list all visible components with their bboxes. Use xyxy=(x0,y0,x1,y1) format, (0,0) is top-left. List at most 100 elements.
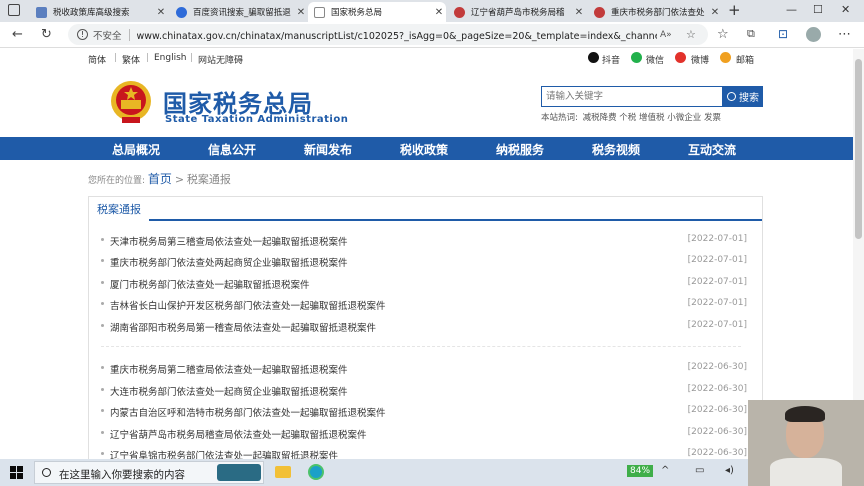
address-toolbar: ← ↻ ! 不安全 www.chinatax.gov.cn/chinatax/m… xyxy=(0,22,864,48)
link-mail[interactable]: 邮箱 xyxy=(736,53,754,66)
wechat-icon xyxy=(631,52,642,63)
nav-item[interactable]: 纳税服务 xyxy=(496,141,544,158)
browser-tab[interactable]: 百度资讯搜索_骗取留抵退 ✕ xyxy=(170,2,308,22)
list-item[interactable]: 内蒙古自治区呼和浩特市税务部门依法查处一起骗取留抵退税案件 [2022-06-30… xyxy=(101,402,747,420)
breadcrumb-home[interactable]: 首页 xyxy=(148,172,172,186)
read-aloud-icon[interactable]: A» xyxy=(660,30,672,40)
page-scrollbar[interactable] xyxy=(853,49,864,459)
close-tab-icon[interactable]: ✕ xyxy=(432,7,446,18)
browser-tab[interactable]: 辽宁省葫芦岛市税务局稽 ✕ xyxy=(448,2,586,22)
close-tab-icon[interactable]: ✕ xyxy=(154,7,168,18)
page-favicon-icon xyxy=(36,6,47,18)
search-icon xyxy=(42,468,51,477)
list-item[interactable]: 大连市税务部门依法查处一起商贸企业骗取留抵退税案件 [2022-06-30] xyxy=(101,381,747,399)
emblem-favicon-icon xyxy=(454,6,465,18)
network-icon[interactable]: ▭ xyxy=(695,465,704,476)
page-favicon-icon xyxy=(314,6,325,18)
weibo-icon xyxy=(675,52,686,63)
file-explorer-icon[interactable] xyxy=(275,466,291,478)
nav-item[interactable]: 新闻发布 xyxy=(304,141,352,158)
hot-word-link[interactable]: 发票 xyxy=(704,113,721,123)
browser-tab-active[interactable]: 国家税务总局 ✕ xyxy=(308,2,446,22)
minimize-icon[interactable]: — xyxy=(786,3,797,16)
edge-browser-icon[interactable] xyxy=(308,464,324,480)
list-item[interactable]: 重庆市税务部门依法查处两起商贸企业骗取留抵退税案件 [2022-07-01] xyxy=(101,252,747,270)
nav-item[interactable]: 信息公开 xyxy=(208,141,256,158)
list-item[interactable]: 湖南省邵阳市税务局第一稽查局依法查处一起骗取留抵退税案件 [2022-07-01] xyxy=(101,317,747,335)
bullet-icon xyxy=(101,302,104,305)
link-traditional[interactable]: 繁体 xyxy=(122,53,140,66)
link-accessible[interactable]: 网站无障碍 xyxy=(198,53,243,66)
hot-word-link[interactable]: 小微企业 xyxy=(667,113,701,123)
bullet-icon xyxy=(101,259,104,262)
list-item[interactable]: 天津市税务局第三稽查局依法查处一起骗取留抵退税案件 [2022-07-01] xyxy=(101,231,747,249)
close-tab-icon[interactable]: ✕ xyxy=(572,7,586,18)
panel-header: 税案通报 xyxy=(89,197,762,221)
nav-item[interactable]: 税收政策 xyxy=(400,141,448,158)
url-bar[interactable]: ! 不安全 www.chinatax.gov.cn/chinatax/manus… xyxy=(68,24,708,45)
taskbar-search[interactable]: 在这里输入你要搜索的内容 xyxy=(34,461,264,484)
bullet-icon xyxy=(101,409,104,412)
browser-tab-bar: 税收政策库高级搜索 ✕ 百度资讯搜索_骗取留抵退 ✕ 国家税务总局 ✕ 辽宁省葫芦岛市… xyxy=(0,0,864,22)
browser-tab[interactable]: 税收政策库高级搜索 ✕ xyxy=(30,2,168,22)
close-window-icon[interactable]: ✕ xyxy=(841,3,850,16)
close-tab-icon[interactable]: ✕ xyxy=(294,7,308,18)
back-arrow-icon[interactable]: ← xyxy=(12,27,23,42)
link-weibo[interactable]: 微博 xyxy=(691,53,709,66)
browser-tab[interactable]: 重庆市税务部门依法查处 ✕ xyxy=(588,2,722,22)
security-label: 不安全 xyxy=(93,30,122,42)
divider xyxy=(128,28,130,41)
collections-icon[interactable]: ⊡ xyxy=(778,27,788,41)
nav-item[interactable]: 税务视频 xyxy=(592,141,640,158)
site-name-en: State Taxation Administration xyxy=(165,114,349,125)
bullet-icon xyxy=(101,366,104,369)
profile-avatar[interactable] xyxy=(806,27,821,42)
window-menu-icon[interactable] xyxy=(8,4,20,16)
refresh-icon[interactable]: ↻ xyxy=(41,27,52,42)
divider: | xyxy=(146,53,150,63)
list-item[interactable]: 重庆市税务局第二稽查局依法查处一起骗取留抵退税案件 [2022-06-30] xyxy=(101,359,747,377)
hot-words: 本站热词: 减税降费 个税 增值税 小微企业 发票 xyxy=(541,113,721,123)
link-simplified[interactable]: 简体 xyxy=(88,53,106,66)
list-item[interactable]: 厦门市税务部门依法查处一起骗取留抵退税案件 [2022-07-01] xyxy=(101,274,747,292)
windows-taskbar: 在这里输入你要搜索的内容 84% ^ ▭ ◂) xyxy=(0,459,864,486)
maximize-icon[interactable]: ☐ xyxy=(813,3,823,16)
new-tab-icon[interactable]: + xyxy=(728,1,741,19)
emblem-favicon-icon xyxy=(594,6,605,18)
warning-icon: ! xyxy=(77,29,88,40)
windows-start-icon[interactable] xyxy=(10,466,23,479)
battery-icon[interactable]: 84% xyxy=(627,465,654,477)
link-wechat[interactable]: 微信 xyxy=(646,53,664,66)
url-text[interactable]: www.chinatax.gov.cn/chinatax/manuscriptL… xyxy=(137,28,657,42)
hot-word-link[interactable]: 个税 xyxy=(619,113,636,123)
section-title: 税案通报 xyxy=(89,197,149,221)
nav-item[interactable]: 总局概况 xyxy=(112,141,160,158)
bullet-icon xyxy=(101,238,104,241)
paw-favicon-icon xyxy=(176,6,187,18)
link-douyin[interactable]: 抖音 xyxy=(602,53,620,66)
favorite-star-icon[interactable]: ☆ xyxy=(686,28,696,41)
presenter-shirt xyxy=(770,458,842,486)
search-icon xyxy=(727,92,736,101)
scrollbar-thumb[interactable] xyxy=(855,59,862,239)
bullet-icon xyxy=(101,388,104,391)
nav-item[interactable]: 互动交流 xyxy=(688,141,736,158)
list-item[interactable]: 吉林省长白山保护开发区税务部门依法查处一起骗取留抵退税案件 [2022-07-01… xyxy=(101,295,747,313)
divider: | xyxy=(114,53,118,63)
favorites-icon[interactable]: ☆ xyxy=(717,27,729,42)
group-divider xyxy=(101,346,741,347)
link-english[interactable]: English xyxy=(154,53,187,63)
volume-icon[interactable]: ◂) xyxy=(725,465,734,476)
divider: | xyxy=(190,53,194,63)
hot-word-link[interactable]: 减税降费 xyxy=(583,113,617,123)
search-input[interactable] xyxy=(541,86,723,107)
breadcrumb-current: 税案通报 xyxy=(186,173,231,186)
more-menu-icon[interactable]: ⋯ xyxy=(838,27,851,42)
national-emblem-icon[interactable] xyxy=(108,78,154,126)
search-button[interactable]: 搜索 xyxy=(723,86,763,107)
split-screen-icon[interactable]: ⧉ xyxy=(747,27,755,41)
close-tab-icon[interactable]: ✕ xyxy=(708,7,722,18)
hot-word-link[interactable]: 增值税 xyxy=(639,113,665,123)
list-item[interactable]: 辽宁省葫芦岛市税务局稽查局依法查处一起骗取留抵退税案件 [2022-06-30] xyxy=(101,424,747,442)
chevron-up-icon[interactable]: ^ xyxy=(661,465,669,476)
